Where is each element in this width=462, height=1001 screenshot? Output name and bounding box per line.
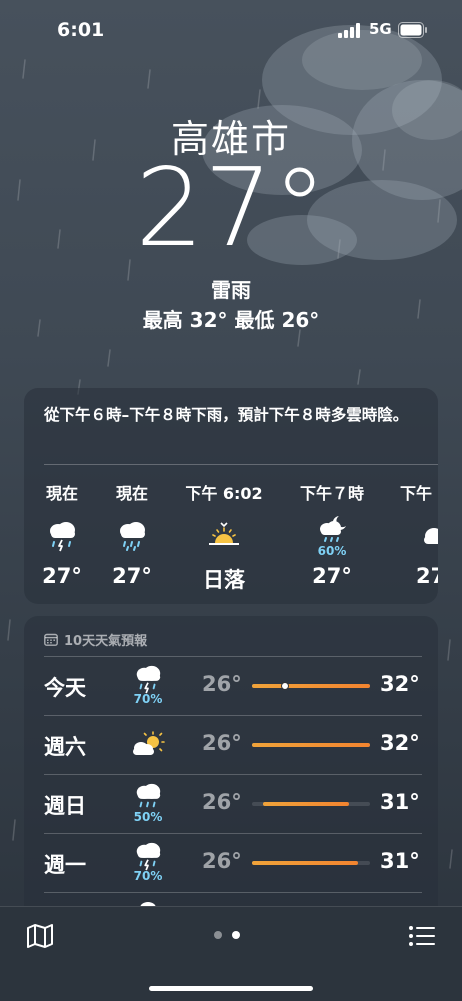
hour-item[interactable]: 下午 6:02 日落: [184, 480, 264, 594]
hour-label: 現在: [115, 484, 148, 503]
ten-day-title: 10天天氣預報: [64, 634, 148, 649]
precip-chance: 60%: [317, 544, 347, 558]
cell-signal-icon: [338, 23, 360, 38]
high-temperature: 31°: [380, 849, 420, 873]
precip-chance: 70%: [133, 692, 163, 706]
page-indicator[interactable]: [214, 931, 240, 939]
hour-label: 下午: [400, 484, 433, 503]
ten-day-header: 10天天氣預報: [44, 630, 147, 649]
rain-icon: [136, 783, 161, 808]
temperature-range-fill: [252, 743, 370, 747]
divider: [44, 464, 438, 465]
day-row[interactable]: 週一 70% 26° 31°: [24, 833, 438, 892]
precip-chance: 50%: [133, 810, 163, 824]
hour-label: 下午７時: [299, 484, 364, 503]
current-temperature: 27°: [135, 146, 327, 271]
high-temperature: 32°: [380, 731, 420, 755]
day-name: 今天: [44, 676, 86, 700]
status-time: 6:01: [57, 19, 105, 41]
temperature-range-bar: [252, 682, 370, 690]
day-name: 週日: [44, 794, 86, 818]
low-temperature: 26°: [202, 790, 242, 814]
map-icon[interactable]: [26, 924, 54, 948]
low-temperature: 26°: [202, 731, 242, 755]
low-temperature: 26°: [202, 672, 242, 696]
calendar-icon: [44, 633, 58, 646]
high-temperature: 32°: [380, 672, 420, 696]
current-condition: 雷雨: [211, 278, 251, 302]
thunder-rain-icon: [136, 665, 161, 694]
hour-temperature: 日落: [203, 568, 245, 592]
temperature-range-fill: [262, 802, 349, 806]
high-low-temperature: 最高 32° 最低 26°: [142, 308, 320, 332]
status-bar: 6:01 5G: [0, 0, 462, 58]
day-row[interactable]: 週日 50% 26° 31°: [24, 774, 438, 833]
temperature-range-fill: [252, 684, 370, 688]
battery-icon: [398, 22, 427, 38]
page-dot[interactable]: [214, 931, 222, 939]
hour-temperature: 27°: [312, 564, 352, 588]
low-temperature: 26°: [202, 849, 242, 873]
high-temperature: 31°: [380, 790, 420, 814]
temperature-range-bar: [252, 802, 370, 806]
list-icon[interactable]: [408, 924, 436, 948]
partly-sunny-icon: [133, 731, 165, 755]
network-type: 5G: [369, 20, 392, 38]
cloud-icon: [424, 528, 438, 544]
day-name: 週一: [44, 853, 86, 877]
day-name: 週六: [44, 735, 86, 759]
current-temperature-marker: [281, 682, 290, 690]
temperature-range-bar: [252, 861, 370, 865]
thunder-rain-icon: [50, 522, 75, 552]
hour-item[interactable]: 現在 27°: [24, 480, 102, 588]
hour-item[interactable]: 下午７時 60% 27°: [292, 480, 372, 588]
sunset-icon: [209, 522, 239, 545]
hour-temperature: 27°: [112, 564, 152, 588]
day-row[interactable]: 週六 26° 32°: [24, 715, 438, 774]
rain-icon: [120, 522, 145, 551]
hour-label: 下午 6:02: [185, 484, 263, 503]
day-row[interactable]: 今天 70% 26° 32°: [24, 656, 438, 715]
thunder-rain-icon: [136, 842, 161, 871]
partly-cloudy-night-rain-icon: [320, 516, 346, 542]
hour-temperature: 27: [416, 564, 438, 588]
hour-temperature: 27°: [42, 564, 82, 588]
temperature-range-bar: [252, 743, 370, 747]
hourly-forecast-card[interactable]: 從下午６時–下午８時下雨，預計下午８時多雲時陰。 現在 27° 現在 27° 下…: [24, 388, 438, 604]
precip-chance: 70%: [133, 869, 163, 883]
bottom-toolbar: [0, 906, 462, 1001]
forecast-summary: 從下午６時–下午８時下雨，預計下午８時多雲時陰。: [44, 406, 409, 424]
divider: [44, 892, 422, 893]
hour-item[interactable]: 下午 27: [394, 480, 438, 588]
temperature-range-fill: [252, 861, 359, 865]
hour-item[interactable]: 現在 27°: [92, 480, 172, 588]
hour-label: 現在: [45, 484, 78, 503]
home-indicator[interactable]: [149, 986, 313, 991]
page-dot-active[interactable]: [232, 931, 240, 939]
